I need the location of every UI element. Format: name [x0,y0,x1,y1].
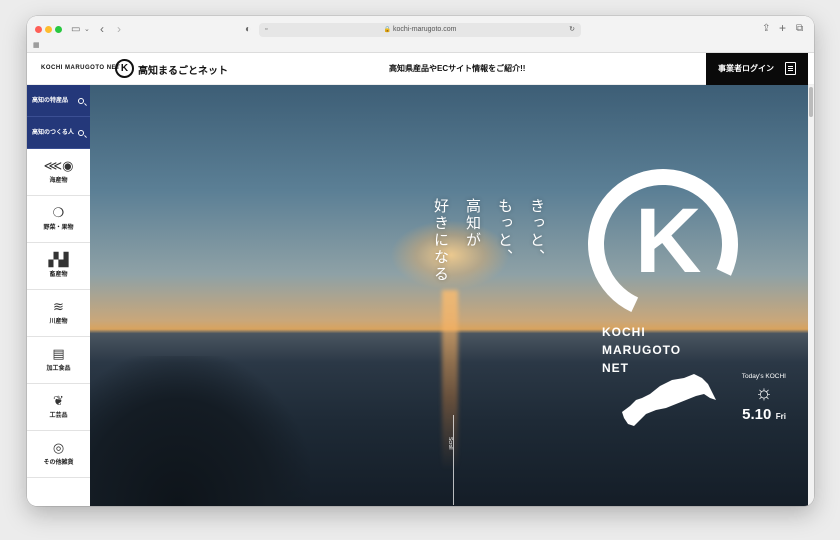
catch-line-1: きっと、 [528,198,545,266]
catch-line-4: 好きになる [432,198,449,283]
search-icon [78,130,84,136]
privacy-shield-icon[interactable]: ◐ [245,25,251,35]
weather-label: Today's KOCHI [741,373,786,380]
category-label: 畜産物 [49,272,68,278]
shoreline-rocks [90,356,310,506]
close-window-button[interactable] [35,26,42,33]
browser-window: ▭ ⌄ ‹ › ▦ ◐ 🔒 kochi-marugoto.com ▫ ↻ ⇪ + … [27,16,814,506]
chevron-down-icon[interactable]: ⌄ [84,25,90,35]
brand-name[interactable]: 高知まるごとネット [138,62,228,77]
cow-icon: ▞▟ [48,252,69,267]
business-login-button[interactable]: 事業者ログイン [706,53,808,85]
search-producers-label: 高知のつくる人 [32,130,74,136]
lock-icon: 🔒 [383,27,392,33]
reload-icon[interactable]: ↻ [569,23,575,37]
document-icon [785,62,796,75]
waves-icon: ≋ [53,299,64,314]
category-vegetables-fruits[interactable]: ❍ 野菜・果物 [27,196,90,243]
scroll-indicator-label[interactable]: Scroll [447,437,453,450]
zoom-window-button[interactable] [55,26,62,33]
category-label: 川産物 [49,319,68,325]
brand-logo-icon[interactable]: K [115,59,134,78]
search-specialties-label: 高知の特産品 [32,98,69,104]
processed-food-icon: ▤ [52,346,65,361]
address-url: kochi-marugoto.com [393,26,457,33]
page-icon: ▫ [265,26,268,33]
header-tagline: 高知県産品やECサイト情報をご紹介!! [389,64,526,73]
website: KOCHI MARUGOTO NET K 高知まるごとネット 高知県産品やECサ… [27,53,814,506]
new-tab-icon[interactable]: + [779,22,786,34]
tabs-icon[interactable]: ⧉ [796,24,803,34]
brand-small-text[interactable]: KOCHI MARUGOTO NET [41,65,120,71]
login-label: 事業者ログイン [718,64,774,73]
page-scrollbar[interactable] [808,85,814,506]
search-icon [78,98,84,104]
weather-widget: Today's KOCHI ☼ 5.10 Fri [742,373,786,424]
weather-day: Fri [775,412,786,421]
category-label: 野菜・果物 [43,225,74,231]
share-icon[interactable]: ⇪ [762,24,770,34]
forward-icon[interactable]: › [117,23,121,35]
category-processed-food[interactable]: ▤ 加工食品 [27,337,90,384]
category-label: 加工食品 [46,366,71,372]
logo-line-1: KOCHI [602,325,646,339]
logo-k-mark: K [635,190,702,292]
sidebar-toggle-icon[interactable]: ▭ [71,25,80,35]
catch-line-3: 高知が [464,198,481,249]
tab-overview-icon[interactable]: ▦ [33,41,40,51]
hero-banner: きっと、 もっと、 高知が 好きになる K KOCHI MARUGOTO NET… [90,85,808,506]
weather-date: 5.10 [742,406,772,423]
category-livestock[interactable]: ▞▟ 畜産物 [27,243,90,290]
back-icon[interactable]: ‹ [100,23,104,35]
category-river[interactable]: ≋ 川産物 [27,290,90,337]
category-misc[interactable]: ◎ その他雑貨 [27,431,90,478]
scrollbar-thumb[interactable] [809,87,813,117]
logo-line-2: MARUGOTO [602,343,682,357]
category-sidebar: 高知の特産品 高知のつくる人 ⋘◉ 海産物 ❍ 野菜・果物 ▞▟ 畜産物 ≋ 川 [27,85,90,506]
browser-toolbar: ▭ ⌄ ‹ › ▦ ◐ 🔒 kochi-marugoto.com ▫ ↻ ⇪ + … [27,16,814,53]
catch-line-2: もっと、 [496,198,513,266]
search-producers-button[interactable]: 高知のつくる人 [27,117,90,149]
category-seafood[interactable]: ⋘◉ 海産物 [27,149,90,196]
address-bar[interactable]: 🔒 kochi-marugoto.com ▫ ↻ [259,23,581,37]
category-label: 工芸品 [49,413,68,419]
sunset-glow [390,220,510,290]
site-header: KOCHI MARUGOTO NET K 高知まるごとネット 高知県産品やECサ… [27,53,814,85]
misc-icon: ◎ [52,440,65,455]
fruit-icon: ❍ [52,205,65,220]
minimize-window-button[interactable] [45,26,52,33]
sun-icon: ☼ [754,382,774,404]
logo-wordmark: KOCHI MARUGOTO NET [602,323,681,377]
scroll-indicator-line [453,415,454,505]
category-label: その他雑貨 [43,460,74,466]
kochi-map-icon [622,374,716,426]
fish-icon: ⋘◉ [43,158,74,173]
category-crafts[interactable]: ❦ 工芸品 [27,384,90,431]
category-label: 海産物 [49,178,68,184]
craft-icon: ❦ [53,393,64,408]
search-specialties-button[interactable]: 高知の特産品 [27,85,90,117]
